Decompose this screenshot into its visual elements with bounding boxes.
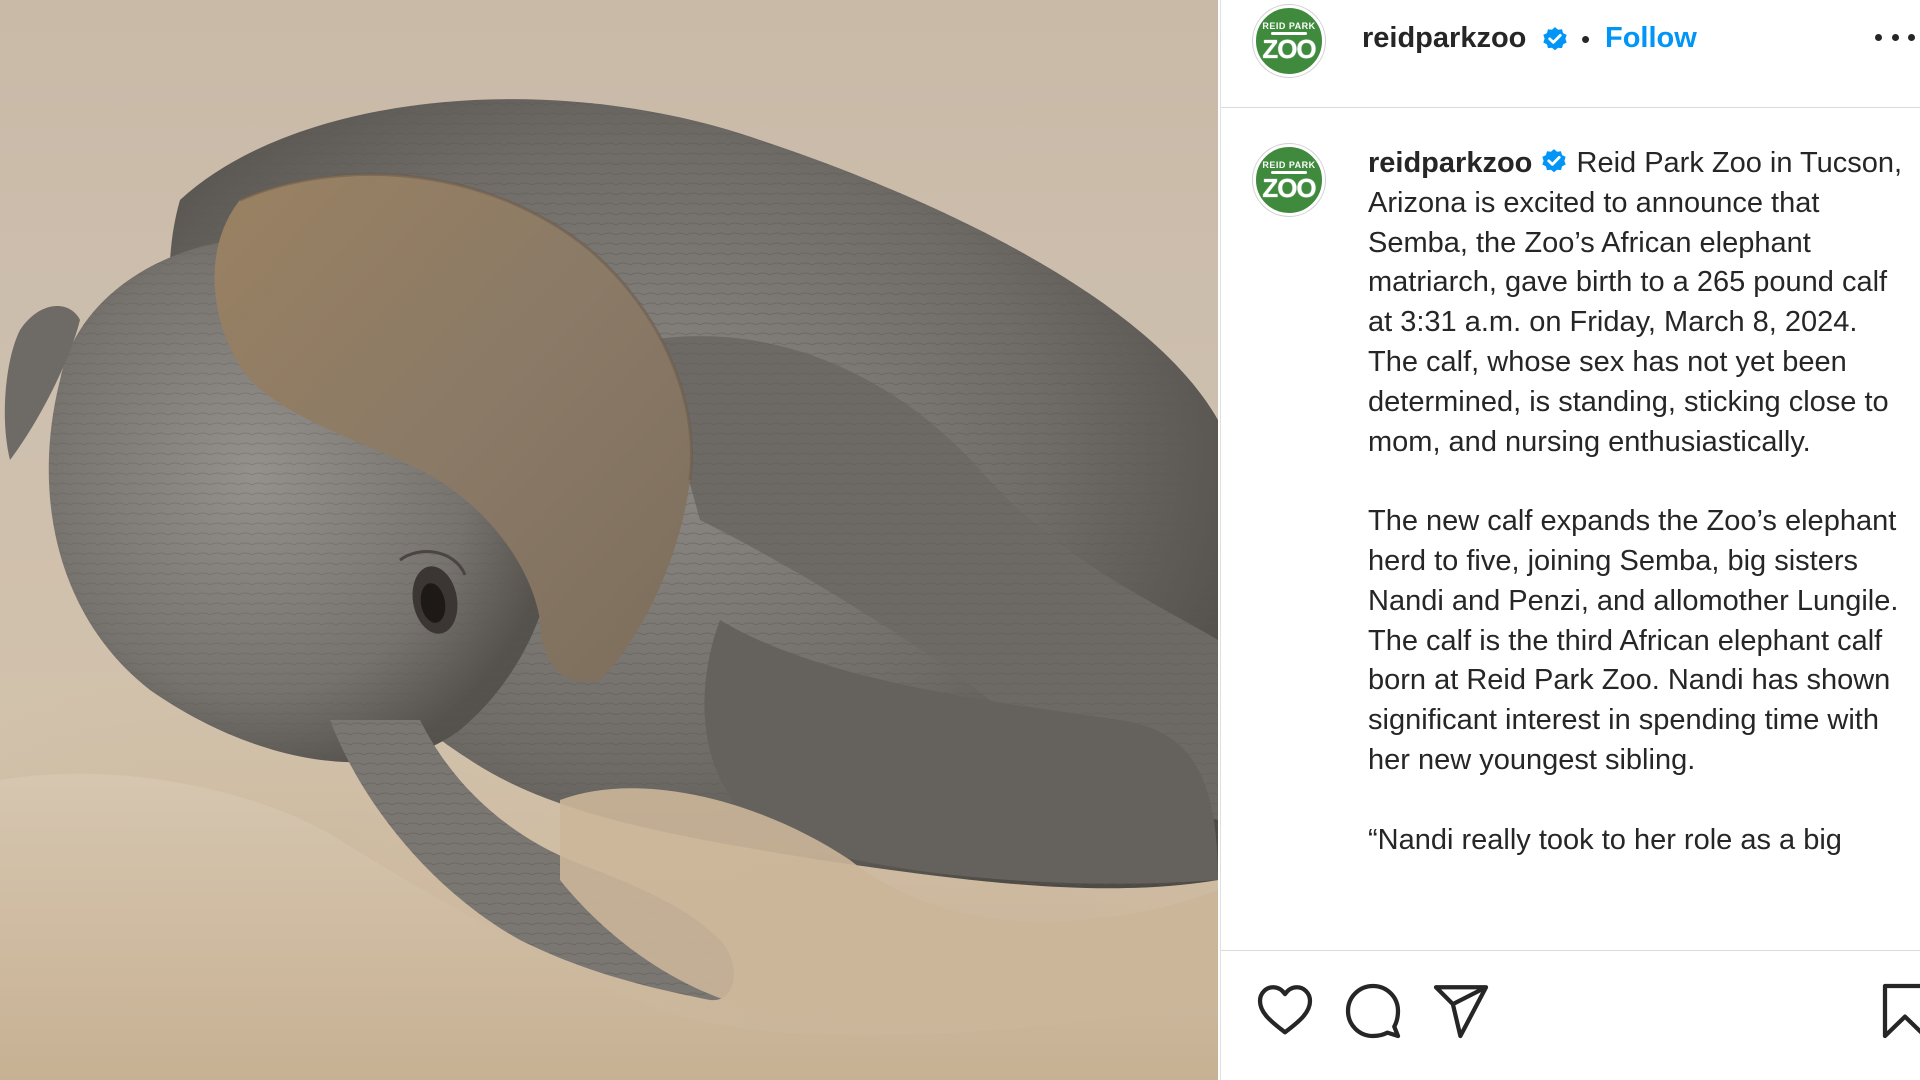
more-dot xyxy=(1891,33,1899,41)
caption-text: reidparkzoo Reid Park Zoo in Tucson, Ari… xyxy=(1368,144,1913,860)
header-separator: • xyxy=(1581,24,1591,54)
post-sidebar: REID PARK ZOO reidparkzoo • Follow REID … xyxy=(1220,0,1920,1080)
follow-button[interactable]: Follow xyxy=(1605,22,1697,55)
share-icon[interactable] xyxy=(1431,981,1491,1041)
caption-paragraph-1: Reid Park Zoo in Tucson, Arizona is exci… xyxy=(1368,147,1909,458)
comment-icon[interactable] xyxy=(1343,981,1403,1041)
heart-icon[interactable] xyxy=(1255,981,1315,1041)
avatar-text-top: REID PARK xyxy=(1262,21,1316,31)
caption-area: REID PARK ZOO reidparkzoo Reid Park Zoo … xyxy=(1221,108,1920,950)
more-options-icon[interactable] xyxy=(1875,22,1915,52)
verified-badge-icon xyxy=(1542,149,1567,173)
action-bar xyxy=(1221,950,1920,1080)
profile-avatar[interactable]: REID PARK ZOO xyxy=(1253,5,1325,77)
caption-paragraph-2: The new calf expands the Zoo’s elephant … xyxy=(1368,505,1906,776)
post-header: REID PARK ZOO reidparkzoo • Follow xyxy=(1221,0,1920,108)
avatar-text-main: ZOO xyxy=(1262,34,1316,64)
more-dot xyxy=(1908,33,1915,41)
caption-avatar[interactable]: REID PARK ZOO xyxy=(1253,144,1325,216)
avatar-text-top: REID PARK xyxy=(1262,160,1316,170)
bookmark-icon[interactable] xyxy=(1875,981,1920,1041)
caption-username[interactable]: reidparkzoo xyxy=(1368,147,1532,179)
caption-paragraph-3: “Nandi really took to her role as a big xyxy=(1368,823,1842,856)
elephant-calf-illustration xyxy=(0,99,1218,1080)
header-username[interactable]: reidparkzoo xyxy=(1362,22,1526,55)
more-dot xyxy=(1875,33,1882,41)
post-photo[interactable] xyxy=(0,0,1218,1080)
avatar-text-main: ZOO xyxy=(1262,173,1316,203)
verified-badge-icon xyxy=(1543,27,1567,51)
